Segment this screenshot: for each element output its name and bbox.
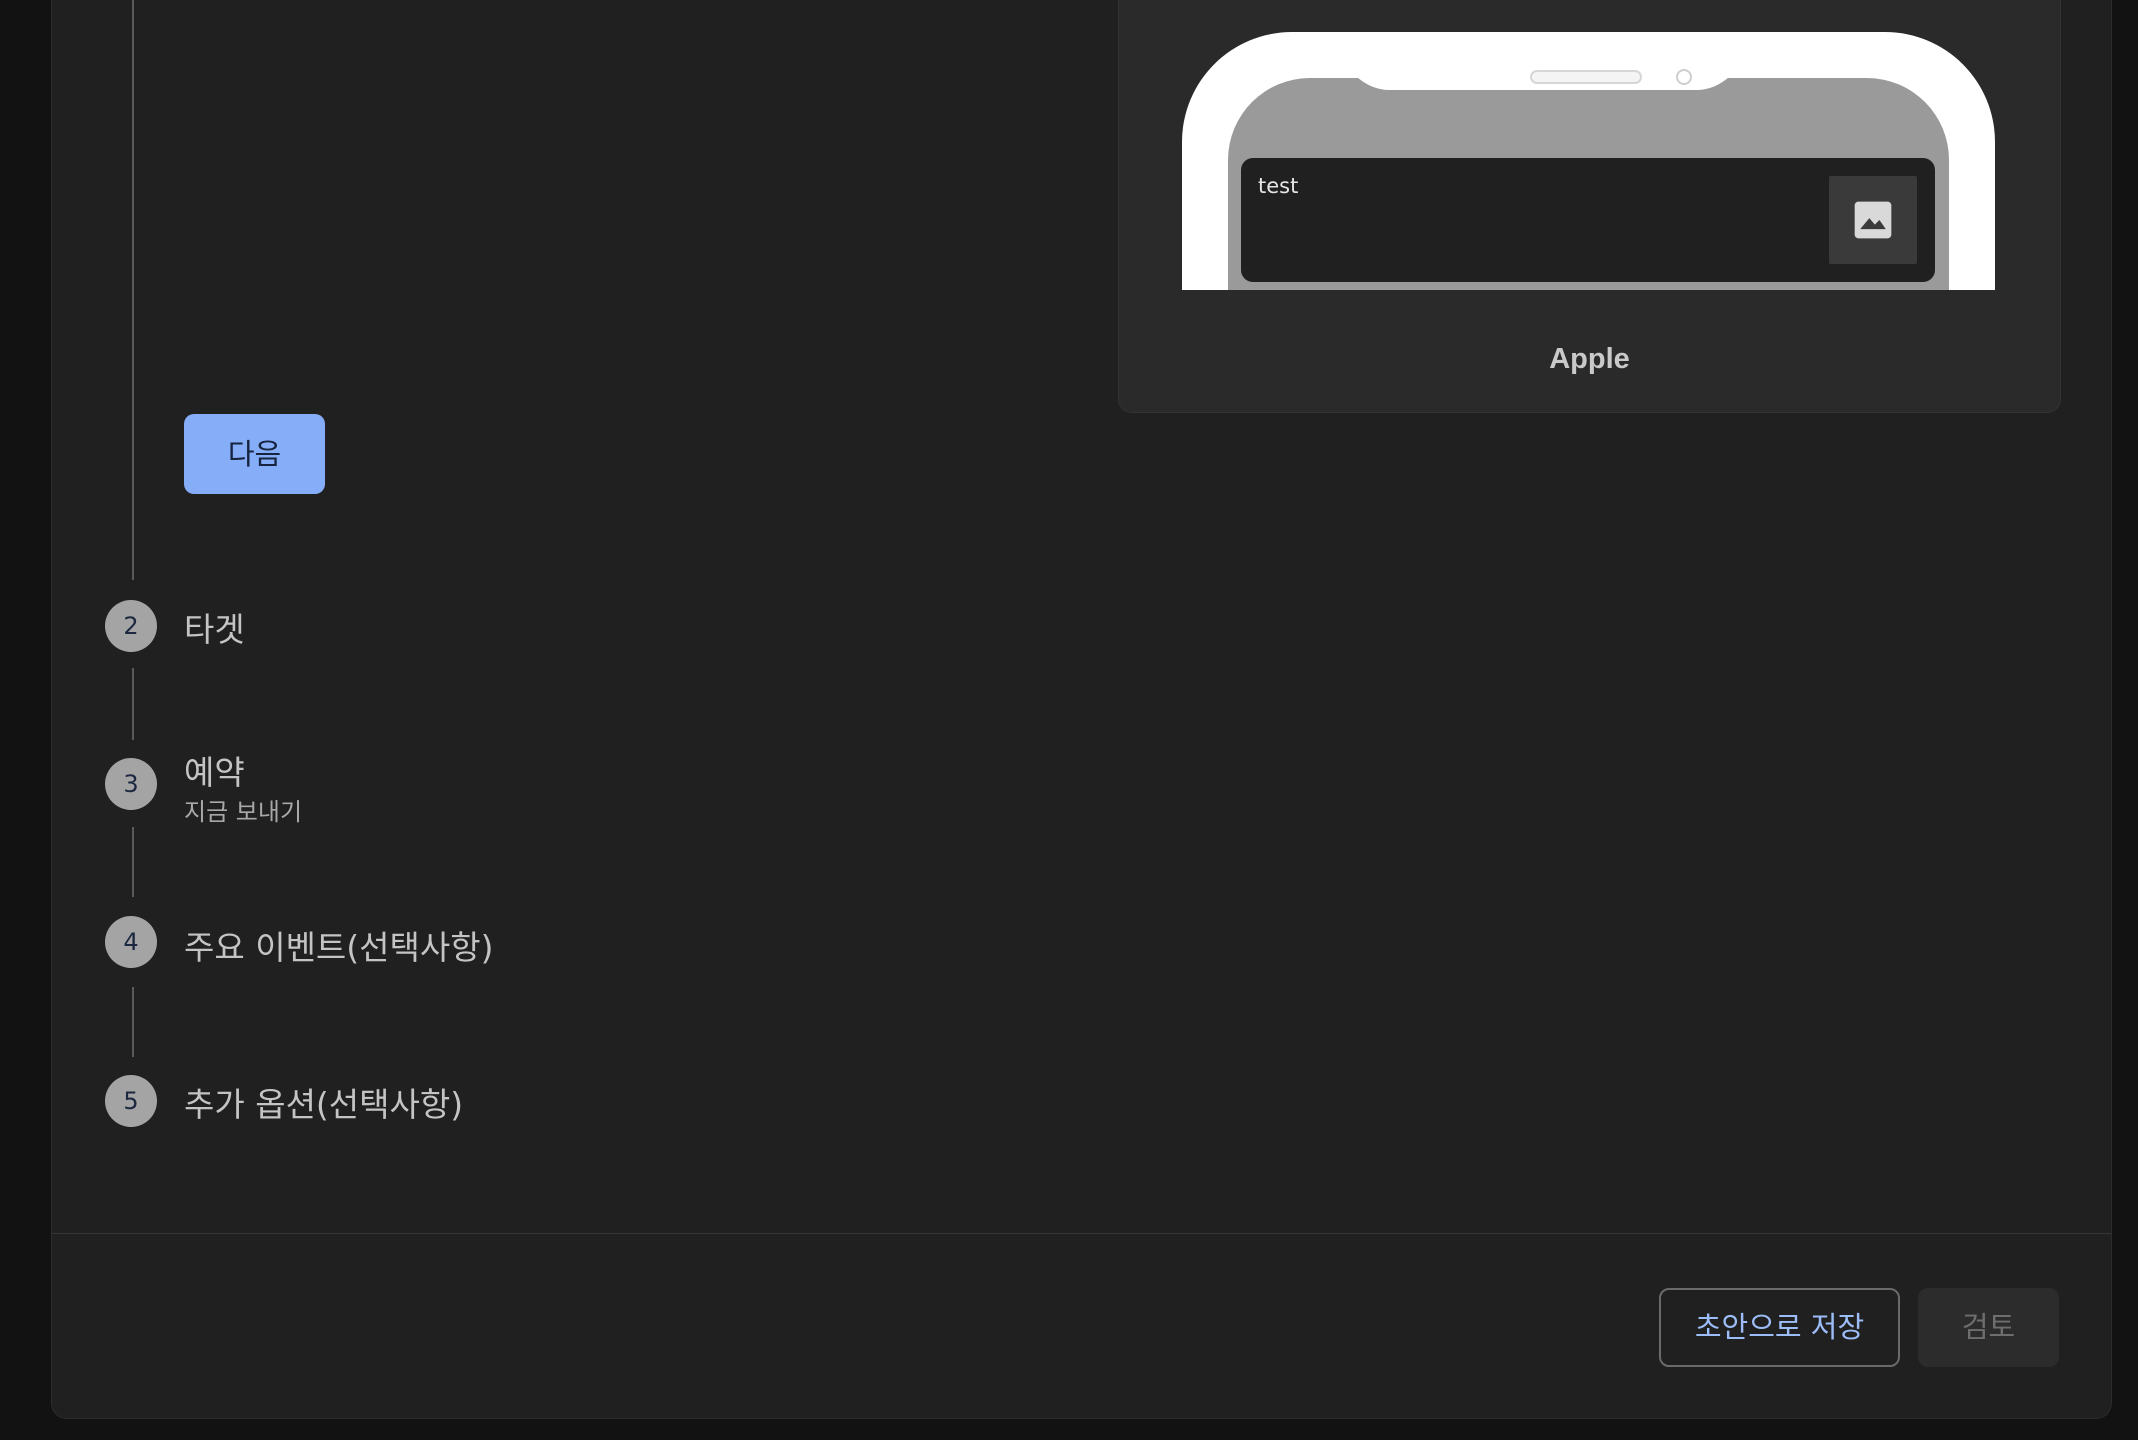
step-title: 주요 이벤트(선택사항) bbox=[184, 928, 494, 967]
step-title: 타겟 bbox=[184, 610, 245, 649]
phone-speaker bbox=[1530, 70, 1642, 84]
step-number-badge: 5 bbox=[105, 1075, 157, 1127]
footer-divider bbox=[52, 1233, 2111, 1234]
step-number-badge: 3 bbox=[105, 758, 157, 810]
step-connector bbox=[132, 987, 134, 1057]
step-connector bbox=[132, 827, 134, 897]
step-number-badge: 2 bbox=[105, 600, 157, 652]
platform-label: Apple bbox=[1549, 343, 1630, 375]
next-button[interactable]: 다음 bbox=[184, 414, 325, 494]
notification-text: test bbox=[1258, 174, 1299, 198]
notification-preview: test bbox=[1241, 158, 1935, 282]
phone-frame: test bbox=[1182, 32, 1995, 290]
step-subtitle: 지금 보내기 bbox=[184, 798, 303, 826]
save-draft-button[interactable]: 초안으로 저장 bbox=[1659, 1288, 1900, 1367]
campaign-editor-panel: 다음 2 타겟 3 예약 지금 보내기 4 주요 이벤트(선택사항) 5 추가 … bbox=[51, 0, 2112, 1419]
device-preview-card: test Apple bbox=[1118, 0, 2061, 413]
step-title: 추가 옵션(선택사항) bbox=[184, 1085, 464, 1124]
step-title: 예약 bbox=[184, 753, 245, 792]
phone-camera bbox=[1676, 69, 1692, 85]
image-icon bbox=[1829, 176, 1917, 264]
step-connector bbox=[132, 0, 134, 580]
step-connector bbox=[132, 668, 134, 740]
step-number-badge: 4 bbox=[105, 916, 157, 968]
review-button[interactable]: 검토 bbox=[1918, 1288, 2059, 1367]
